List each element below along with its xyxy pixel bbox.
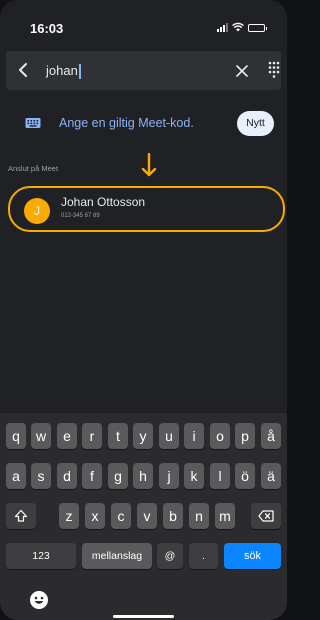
- shift-key[interactable]: [6, 503, 36, 529]
- key-p[interactable]: p: [235, 423, 255, 449]
- key-w[interactable]: w: [31, 423, 51, 449]
- key-i[interactable]: i: [184, 423, 204, 449]
- key-o-umlaut[interactable]: ö: [235, 463, 255, 489]
- meet-code-prompt: Ange en giltig Meet-kod.: [59, 116, 194, 130]
- search-bar: johan: [6, 51, 281, 90]
- key-l[interactable]: l: [210, 463, 230, 489]
- key-g[interactable]: g: [108, 463, 128, 489]
- key-a-ring[interactable]: å: [261, 423, 281, 449]
- avatar: J: [24, 198, 50, 224]
- key-f[interactable]: f: [82, 463, 102, 489]
- key-u[interactable]: u: [159, 423, 179, 449]
- backspace-key[interactable]: [251, 503, 281, 529]
- new-meeting-button[interactable]: Nytt: [237, 111, 274, 136]
- search-query: johan: [46, 63, 78, 78]
- section-label: Anslut på Meet: [8, 164, 59, 173]
- phone-screen: 16:03 johan Ange en giltig Meet-kod. Nyt…: [0, 0, 287, 620]
- key-e[interactable]: e: [57, 423, 77, 449]
- key-n[interactable]: n: [189, 503, 209, 529]
- key-m[interactable]: m: [215, 503, 235, 529]
- key-z[interactable]: z: [59, 503, 79, 529]
- status-bar: 16:03: [0, 0, 287, 44]
- key-h[interactable]: h: [133, 463, 153, 489]
- space-key[interactable]: mellanslag: [82, 543, 152, 569]
- wifi-icon: [232, 22, 244, 32]
- backspace-icon: [258, 510, 274, 522]
- back-arrow-icon[interactable]: [16, 61, 32, 79]
- numbers-key[interactable]: 123: [6, 543, 76, 569]
- key-x[interactable]: x: [85, 503, 105, 529]
- text-caret: [78, 64, 81, 80]
- key-j[interactable]: j: [159, 463, 179, 489]
- key-y[interactable]: y: [133, 423, 153, 449]
- key-r[interactable]: r: [82, 423, 102, 449]
- battery-icon: [248, 24, 267, 32]
- onscreen-keyboard: q w e r t y u i o p å a s d f g h j k l …: [0, 413, 287, 620]
- key-a-umlaut[interactable]: ä: [261, 463, 281, 489]
- home-indicator[interactable]: [113, 615, 174, 618]
- keyboard-icon: [25, 118, 41, 128]
- contact-number: 012-345 67 89: [61, 213, 100, 219]
- shift-icon: [14, 509, 28, 522]
- meet-code-row[interactable]: Ange en giltig Meet-kod. Nytt: [0, 106, 287, 142]
- key-c[interactable]: c: [111, 503, 131, 529]
- dialpad-icon[interactable]: [268, 61, 280, 79]
- status-time: 16:03: [30, 21, 64, 36]
- search-input[interactable]: johan: [46, 60, 216, 82]
- key-k[interactable]: k: [184, 463, 204, 489]
- contact-list-item[interactable]: J Johan Ottosson 012-345 67 89: [8, 186, 285, 232]
- key-d[interactable]: d: [57, 463, 77, 489]
- key-q[interactable]: q: [6, 423, 26, 449]
- dot-key[interactable]: .: [189, 543, 218, 569]
- key-b[interactable]: b: [163, 503, 183, 529]
- key-o[interactable]: o: [210, 423, 230, 449]
- key-v[interactable]: v: [137, 503, 157, 529]
- cellular-signal-icon: [217, 23, 228, 32]
- at-key[interactable]: @: [157, 543, 183, 569]
- emoji-icon[interactable]: [29, 590, 49, 610]
- down-arrow-icon: [141, 153, 157, 177]
- key-t[interactable]: t: [108, 423, 128, 449]
- key-a[interactable]: a: [6, 463, 26, 489]
- search-key[interactable]: sök: [224, 543, 281, 569]
- key-s[interactable]: s: [31, 463, 51, 489]
- contact-name: Johan Ottosson: [61, 195, 146, 209]
- clear-icon[interactable]: [234, 63, 250, 79]
- status-icons: [217, 22, 267, 32]
